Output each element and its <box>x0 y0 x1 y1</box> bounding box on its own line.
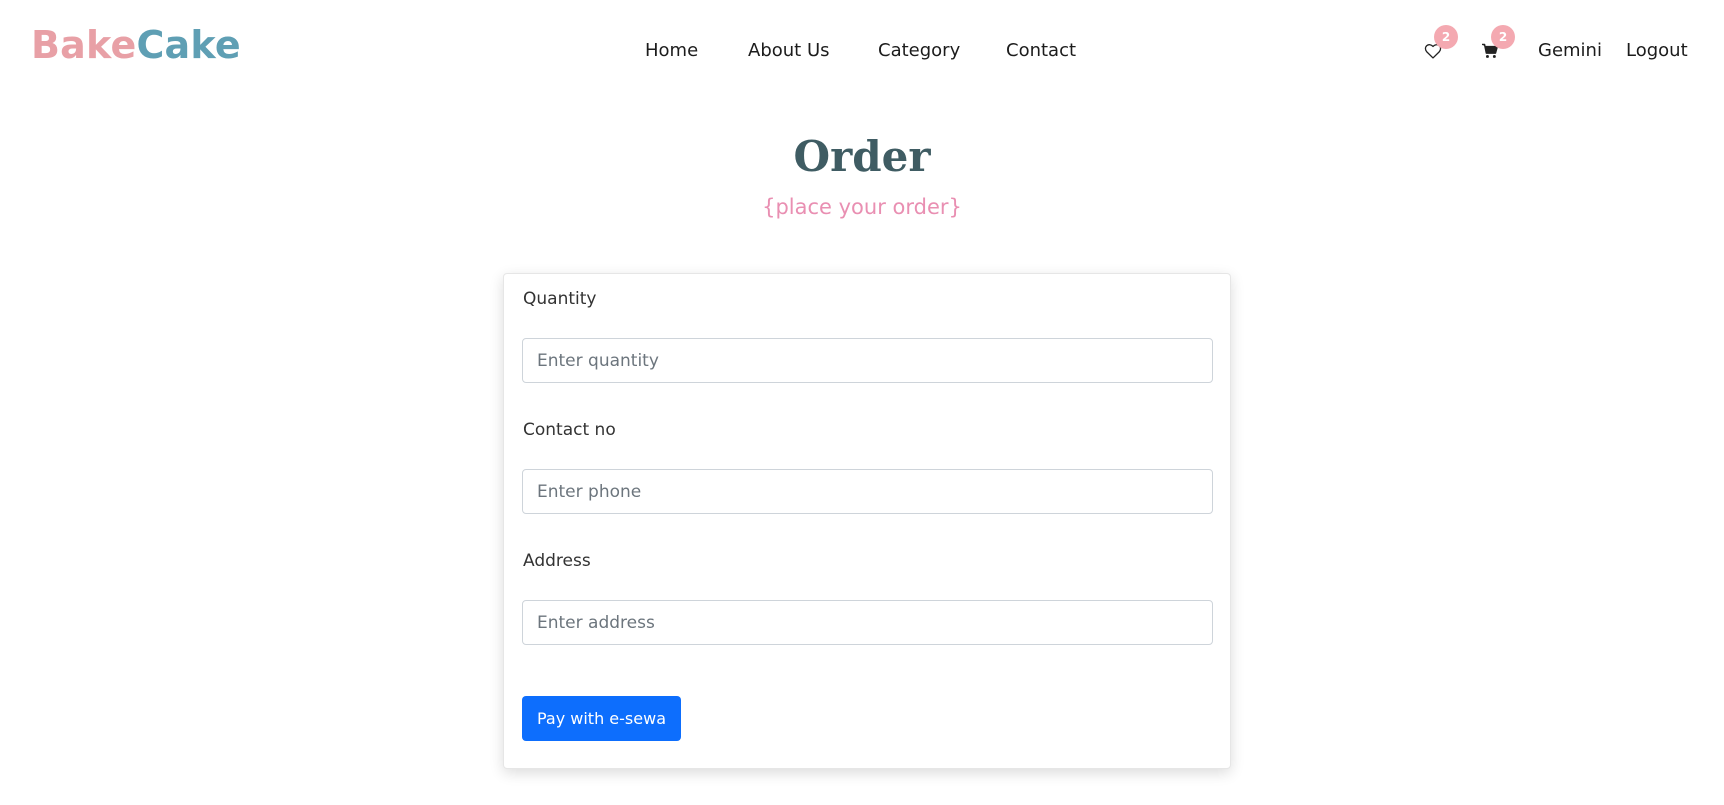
quantity-label: Quantity <box>523 289 597 309</box>
brand-logo[interactable]: BakeCake <box>31 26 241 64</box>
address-input[interactable] <box>522 600 1213 645</box>
wishlist-count-badge: 2 <box>1434 25 1458 49</box>
wishlist-button[interactable]: 2 <box>1422 25 1458 62</box>
order-form-card: Quantity Contact no Address Pay with e-s… <box>503 273 1231 769</box>
nav-home-link[interactable]: Home <box>645 40 698 61</box>
cart-button[interactable]: 2 <box>1479 25 1515 62</box>
nav-about-link[interactable]: About Us <box>748 40 830 61</box>
phone-input[interactable] <box>522 469 1213 514</box>
contact-label: Contact no <box>523 420 616 440</box>
nav-contact-link[interactable]: Contact <box>1006 40 1076 61</box>
pay-with-esewa-button[interactable]: Pay with e-sewa <box>522 696 681 741</box>
logout-link[interactable]: Logout <box>1626 40 1688 61</box>
cart-count-badge: 2 <box>1491 25 1515 49</box>
navbar: BakeCake Home About Us Category Contact … <box>0 0 1724 100</box>
address-label: Address <box>523 551 591 571</box>
user-profile-link[interactable]: Gemini <box>1538 40 1602 61</box>
nav-category-link[interactable]: Category <box>878 40 960 61</box>
quantity-input[interactable] <box>522 338 1213 383</box>
brand-logo-cake: Cake <box>136 23 241 67</box>
page-subtitle: {place your order} <box>762 195 962 219</box>
page-title: Order <box>793 132 931 181</box>
brand-logo-bake: Bake <box>31 23 137 67</box>
